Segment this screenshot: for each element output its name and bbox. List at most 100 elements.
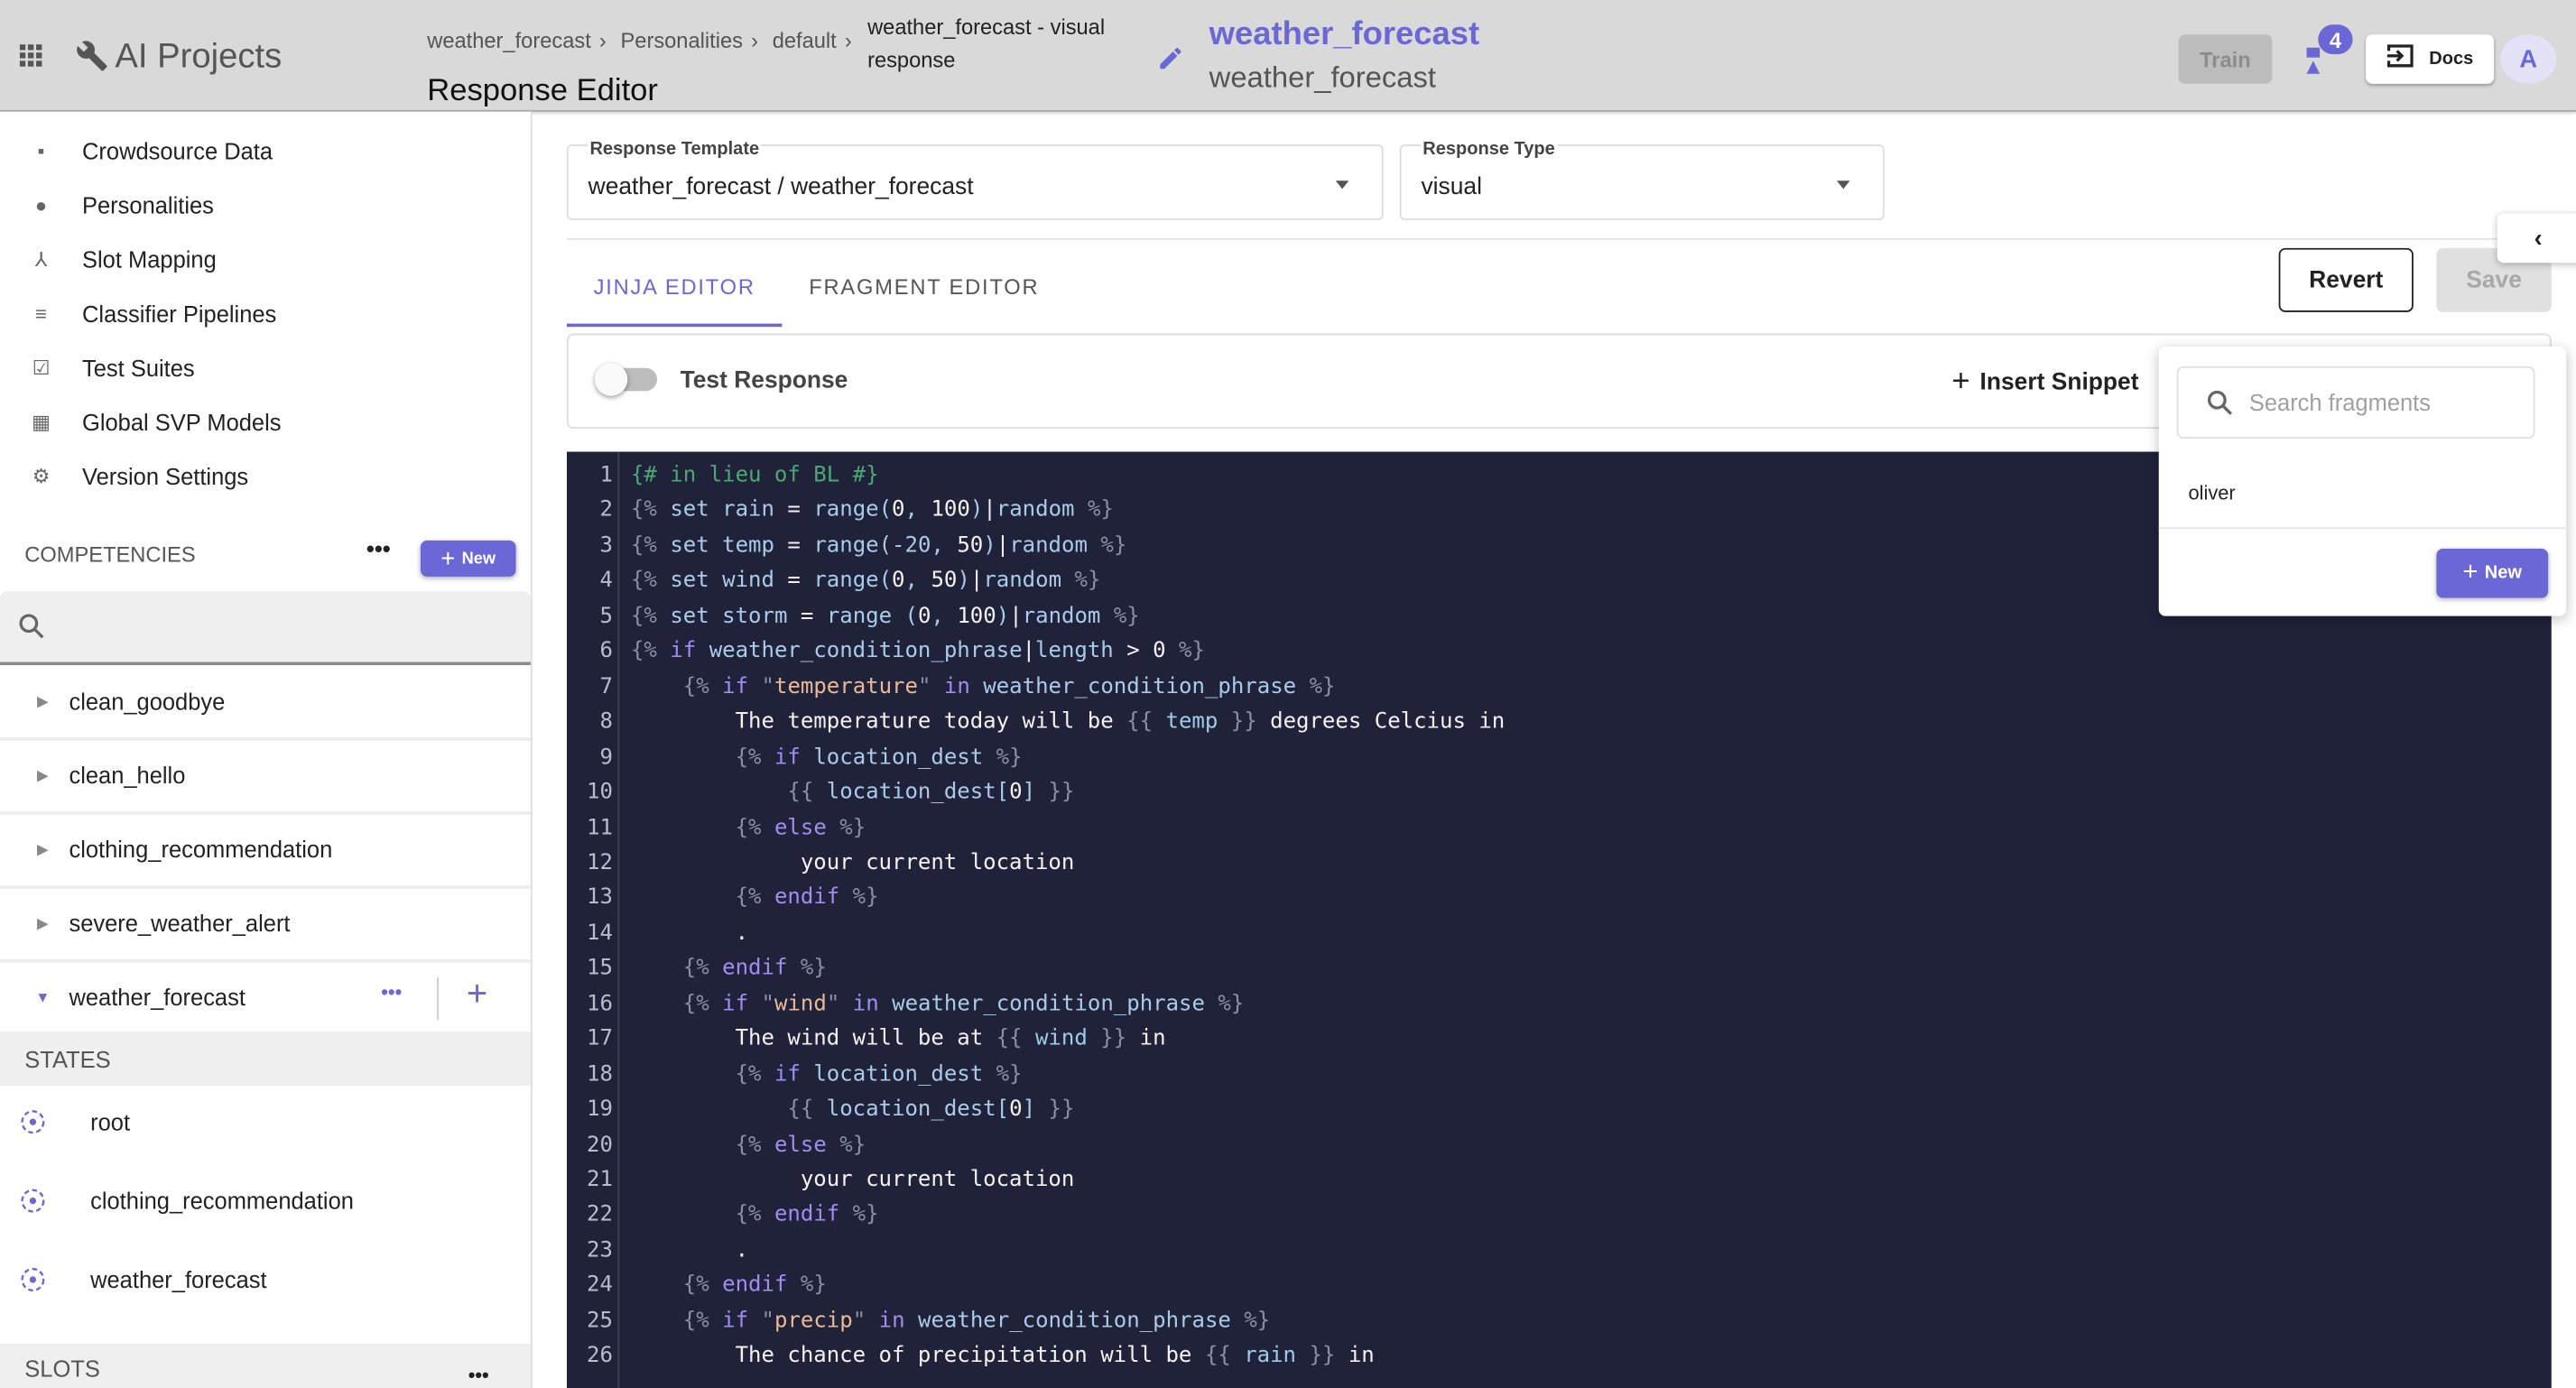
caret-right-icon[interactable]: ▶: [0, 914, 69, 932]
code-line[interactable]: {% endif %}: [631, 1198, 879, 1234]
pencil-icon[interactable]: [1156, 44, 1184, 80]
sidebar-item-slot-mapping[interactable]: ⅄ Slot Mapping: [0, 232, 531, 286]
code-line[interactable]: {{ location_dest[0] }}: [631, 1093, 1074, 1128]
code-token: ): [983, 533, 996, 559]
chevron-left-icon: ‹: [2534, 224, 2543, 253]
code-line[interactable]: {% set temp = range(-20, 50)|random %}: [631, 529, 1126, 564]
fragment-item[interactable]: oliver: [2158, 461, 2567, 530]
breadcrumb-item[interactable]: default: [773, 28, 837, 52]
sidebar-item-test-suites[interactable]: ☑ Test Suites: [0, 340, 531, 394]
state-item[interactable]: root: [0, 1083, 531, 1161]
code-token: .: [630, 921, 749, 947]
line-number: 9: [599, 745, 613, 770]
code-line[interactable]: {% if weather_condition_phrase|length > …: [631, 634, 1205, 670]
caret-right-icon[interactable]: ▶: [0, 766, 69, 784]
tab-jinja-editor[interactable]: JINJA EDITOR: [566, 250, 783, 328]
sidebar-item-personalities[interactable]: ● Personalities: [0, 178, 531, 232]
tab-fragment-editor[interactable]: FRAGMENT EDITOR: [789, 250, 1060, 324]
code-token: =: [800, 604, 827, 629]
state-item[interactable]: weather_forecast: [0, 1240, 531, 1319]
apps-grid-icon[interactable]: [19, 44, 42, 67]
competency-row[interactable]: ▶ clean_goodbye: [0, 665, 531, 741]
line-number: 18: [587, 1062, 613, 1087]
sidebar-item-label: Crowdsource Data: [82, 136, 273, 164]
competency-row[interactable]: ▶ clean_hello: [0, 739, 531, 815]
add-state-icon[interactable]: +: [467, 973, 487, 1015]
code-line[interactable]: .: [631, 916, 748, 951]
sidebar-item-label: Classifier Pipelines: [82, 300, 277, 327]
code-line[interactable]: {% set rain = range(0, 100)|random %}: [631, 494, 1114, 529]
response-template-select[interactable]: Response Template weather_forecast / wea…: [566, 139, 1384, 220]
code-line[interactable]: {{ location_dest[0] }}: [631, 775, 1074, 810]
code-token: ): [969, 498, 984, 523]
sidebar-item-classifier-pipelines[interactable]: ≡ Classifier Pipelines: [0, 286, 531, 340]
revert-button[interactable]: Revert: [2278, 247, 2414, 312]
breadcrumb-item[interactable]: weather_forecast: [427, 28, 591, 52]
chevron-right-icon: ›: [751, 27, 758, 53]
wrench-icon: [76, 40, 108, 81]
field-label: Response Type: [1421, 139, 1557, 160]
code-line[interactable]: {% if location_dest %}: [631, 740, 1023, 775]
code-token: range (: [826, 604, 918, 629]
code-line[interactable]: {% else %}: [631, 1128, 866, 1163]
code-line[interactable]: your current location: [631, 846, 1075, 881]
code-line[interactable]: The temperature today will be {{ temp }}…: [631, 705, 1506, 740]
more-options-icon[interactable]: •••: [468, 1364, 489, 1386]
more-options-icon[interactable]: •••: [366, 535, 391, 561]
code-token: }}: [1048, 1097, 1075, 1123]
caret-right-icon[interactable]: ▶: [0, 692, 69, 710]
sidebar-item-label: Version Settings: [82, 462, 249, 489]
code-line[interactable]: {% else %}: [631, 810, 866, 846]
code-line[interactable]: {% endif %}: [631, 951, 827, 986]
sidebar-item-global-svp-models[interactable]: ▦ Global SVP Models: [0, 394, 531, 449]
line-number: 26: [587, 1344, 613, 1369]
code-line[interactable]: {% if location_dest %}: [631, 1058, 1023, 1093]
code-line[interactable]: {% set wind = range(0, 50)|random %}: [631, 564, 1100, 599]
competency-search-input[interactable]: [0, 591, 531, 666]
train-button[interactable]: Train: [2178, 34, 2273, 84]
docs-button[interactable]: Docs: [2366, 34, 2495, 84]
more-options-icon[interactable]: •••: [381, 981, 402, 1004]
sidebar-item-version-settings[interactable]: ⚙ Version Settings: [0, 449, 531, 503]
state-item[interactable]: clothing_recommendation: [0, 1161, 531, 1240]
avatar[interactable]: A: [2500, 34, 2557, 84]
code-line[interactable]: {% if "wind" in weather_condition_phrase…: [631, 986, 1245, 1022]
competency-row[interactable]: ▶ clothing_recommendation: [0, 813, 531, 889]
response-type-select[interactable]: Response Type visual: [1399, 139, 1885, 220]
app-title[interactable]: AI Projects: [115, 38, 282, 78]
code-line[interactable]: {% endif %}: [631, 1269, 827, 1304]
hierarchy-icon: ⅄: [34, 246, 48, 271]
plus-icon: +: [440, 544, 456, 573]
new-fragment-button[interactable]: + New: [2436, 548, 2549, 598]
code-line[interactable]: {% if "precip" in weather_condition_phra…: [631, 1304, 1270, 1339]
code-token: 0: [1009, 780, 1023, 805]
sidebar-item-crowdsource-data[interactable]: ▪ Crowdsource Data: [0, 124, 531, 178]
code-token: range(: [813, 498, 893, 523]
competency-row-expanded[interactable]: ▼ weather_forecast ••• +: [0, 961, 531, 1033]
code-line[interactable]: {# in lieu of BL #}: [631, 458, 879, 494]
insert-snippet-button[interactable]: + Insert Snippet: [1951, 365, 2138, 401]
code-token: temperature: [774, 674, 918, 699]
breadcrumb-item[interactable]: Personalities: [620, 28, 742, 52]
code-line[interactable]: The chance of precipitation will be {{ r…: [631, 1339, 1375, 1374]
code-token: 0: [1009, 1097, 1023, 1123]
collapse-panel-button[interactable]: ‹: [2497, 213, 2576, 264]
line-number: 23: [587, 1238, 613, 1263]
new-competency-button[interactable]: + New: [420, 540, 516, 577]
line-number: 17: [587, 1026, 613, 1052]
test-response-toggle[interactable]: [594, 363, 658, 396]
code-line[interactable]: {% endif %}: [631, 881, 879, 916]
caret-down-icon[interactable]: ▼: [0, 989, 69, 1005]
caret-right-icon[interactable]: ▶: [0, 840, 69, 858]
code-token: if: [670, 639, 709, 664]
code-line[interactable]: The wind will be at {{ wind }} in: [631, 1022, 1166, 1058]
search-fragments-input[interactable]: Search fragments: [2176, 366, 2535, 439]
code-line[interactable]: your current location: [631, 1163, 1075, 1198]
code-line[interactable]: .: [631, 1234, 748, 1269]
field-value: visual: [1421, 173, 1482, 201]
code-line[interactable]: {% set storm = range (0, 100)|random %}: [631, 599, 1140, 634]
code-line[interactable]: {% if "temperature" in weather_condition…: [631, 670, 1336, 705]
competency-row[interactable]: ▶ severe_weather_alert: [0, 887, 531, 963]
